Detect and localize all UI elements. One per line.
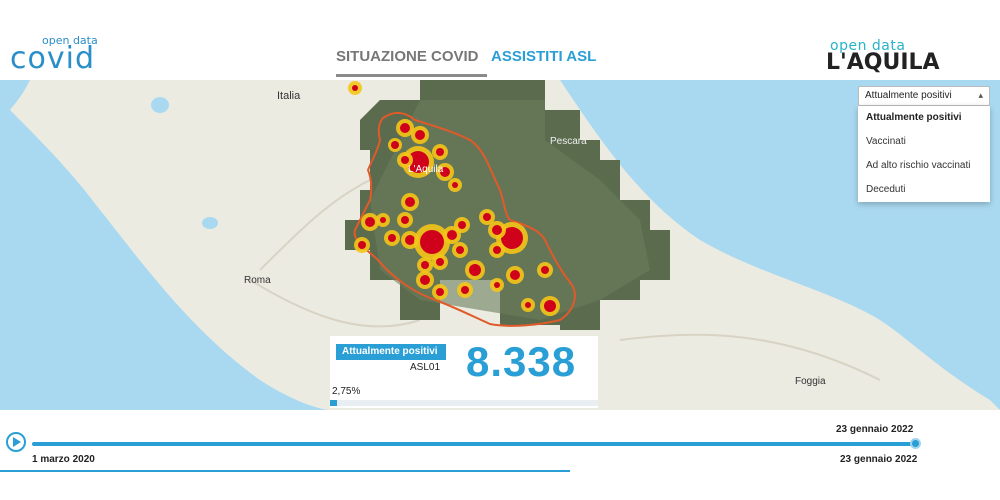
lake-1 <box>151 97 169 113</box>
timeline-track[interactable] <box>32 442 916 446</box>
layer-select[interactable]: Attualmente positivi ▴ <box>858 86 990 106</box>
timeline: 23 gennaio 2022 1 marzo 2020 23 gennaio … <box>0 410 1000 500</box>
stat-progress-track <box>330 400 598 406</box>
stat-badge: Attualmente positivi <box>336 344 446 360</box>
tab-assistiti-asl[interactable]: ASSISTITI ASL <box>491 48 596 76</box>
logo-right-big: L'AQUILA <box>826 50 940 75</box>
tab-situazione-covid[interactable]: SITUAZIONE COVID <box>336 48 479 76</box>
stat-progress-fill <box>330 400 337 406</box>
page: open data covid SITUAZIONE COVID ASSISTI… <box>0 0 1000 500</box>
map-label-roma: Roma <box>244 275 271 286</box>
map-label-italia: Italia <box>277 90 301 102</box>
lake-3 <box>12 148 20 156</box>
stat-card: Attualmente positivi ASL01 8.338 2,75% <box>330 336 598 408</box>
open-data-covid-logo[interactable]: open data covid <box>10 30 110 76</box>
lake-2 <box>202 217 218 229</box>
stat-value: 8.338 <box>466 338 577 385</box>
footer-divider <box>0 470 570 472</box>
map-label-pescara: Pescara <box>550 136 587 147</box>
header: open data covid SITUAZIONE COVID ASSISTI… <box>0 0 1000 80</box>
option-ad-alto-rischio-vaccinati[interactable]: Ad alto rischio vaccinati <box>858 154 990 178</box>
timeline-start-date: 1 marzo 2020 <box>32 454 95 465</box>
play-icon <box>13 437 21 447</box>
stat-percent: 2,75% <box>332 386 361 397</box>
stat-asl: ASL01 <box>410 362 441 373</box>
option-vaccinati[interactable]: Vaccinati <box>858 130 990 154</box>
option-deceduti[interactable]: Deceduti <box>858 178 990 202</box>
timeline-current-date: 23 gennaio 2022 <box>836 424 914 435</box>
map-label-laquila: L'Aquila <box>408 164 444 175</box>
map-label-foggia: Foggia <box>795 376 826 387</box>
timeline-end-date: 23 gennaio 2022 <box>840 454 918 465</box>
timeline-handle[interactable] <box>910 438 921 449</box>
layer-select-value: Attualmente positivi <box>865 90 952 101</box>
option-attualmente-positivi[interactable]: Attualmente positivi <box>858 106 990 130</box>
active-tab-underline <box>336 74 487 77</box>
chevron-up-icon: ▴ <box>978 90 983 100</box>
play-button[interactable] <box>6 432 26 452</box>
layer-select-dropdown: Attualmente positivi Vaccinati Ad alto r… <box>858 106 990 202</box>
logo-left-big: covid <box>10 41 95 76</box>
open-data-laquila-logo[interactable]: open data L'AQUILA <box>826 38 940 78</box>
